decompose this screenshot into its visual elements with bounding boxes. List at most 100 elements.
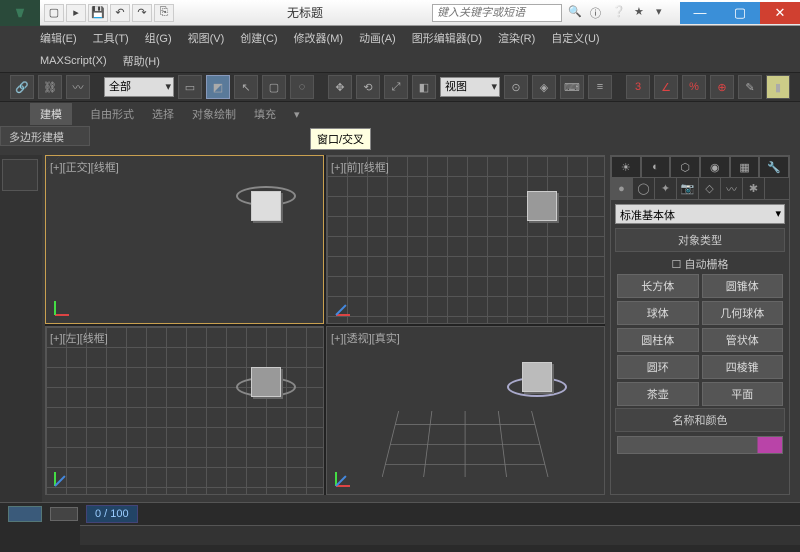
viewport-label[interactable]: [+][正交][线框] bbox=[50, 159, 119, 175]
shapes-icon[interactable]: ◯ bbox=[633, 178, 655, 199]
category-dropdown[interactable]: 标准基本体 bbox=[615, 204, 785, 224]
menu-render[interactable]: 渲染(R) bbox=[498, 30, 535, 46]
menu-graph[interactable]: 图形编辑器(D) bbox=[412, 30, 482, 46]
named-sel-icon[interactable]: ≡ bbox=[588, 75, 612, 99]
tab-modeling[interactable]: 建模 bbox=[30, 103, 72, 125]
help-icon[interactable]: ❔ bbox=[612, 5, 630, 21]
minimize-button[interactable]: — bbox=[680, 2, 720, 24]
time-ruler[interactable] bbox=[80, 525, 800, 545]
rect-select-icon[interactable]: ▢ bbox=[262, 75, 286, 99]
pivot-icon[interactable]: ⊙ bbox=[504, 75, 528, 99]
tab-hierarchy-icon[interactable]: ⬡ bbox=[670, 156, 700, 178]
menu-maxscript[interactable]: MAXScript(X) bbox=[40, 55, 107, 67]
frame-indicator[interactable]: 0 / 100 bbox=[86, 505, 138, 523]
viewport-label[interactable]: [+][左][线框] bbox=[50, 330, 108, 346]
menu-view[interactable]: 视图(V) bbox=[188, 30, 225, 46]
menu-modifier[interactable]: 修改器(M) bbox=[294, 30, 344, 46]
window-crossing-icon[interactable]: ◩ bbox=[206, 75, 230, 99]
menu-group[interactable]: 组(G) bbox=[145, 30, 172, 46]
btn-cylinder[interactable]: 圆柱体 bbox=[617, 328, 699, 352]
bind-tool-icon[interactable]: 〰 bbox=[66, 75, 90, 99]
ribbon-panel-label[interactable]: 多边形建模 bbox=[0, 126, 90, 146]
scale-icon[interactable]: ⤢ bbox=[384, 75, 408, 99]
tab-modify-icon[interactable]: ◐ bbox=[641, 156, 671, 178]
maximize-button[interactable]: ▢ bbox=[720, 2, 760, 24]
spinner-snap-icon[interactable]: ⊕ bbox=[710, 75, 734, 99]
btn-teapot[interactable]: 茶壶 bbox=[617, 382, 699, 406]
link-tool-icon[interactable]: 🔗 bbox=[10, 75, 34, 99]
cameras-icon[interactable]: 📷 bbox=[677, 178, 699, 199]
ribbon-expand-icon[interactable]: ▾ bbox=[294, 108, 300, 121]
menu-help[interactable]: 帮助(H) bbox=[123, 53, 160, 69]
lasso-select-icon[interactable]: ◌ bbox=[290, 75, 314, 99]
viewport-left[interactable]: [+][左][线框] bbox=[45, 326, 324, 495]
btn-tube[interactable]: 管状体 bbox=[702, 328, 784, 352]
lights-icon[interactable]: ✦ bbox=[655, 178, 677, 199]
new-icon[interactable]: ▢ bbox=[44, 4, 64, 22]
mirror-icon[interactable]: ▮ bbox=[766, 75, 790, 99]
name-color-field[interactable] bbox=[617, 436, 783, 454]
tab-utilities-icon[interactable]: 🔧 bbox=[759, 156, 789, 178]
viewport-label[interactable]: [+][透视][真实] bbox=[331, 330, 400, 346]
rollout-name-color[interactable]: 名称和颜色 bbox=[615, 408, 785, 432]
viewport-perspective[interactable]: [+][透视][真实] bbox=[326, 326, 605, 495]
unlink-tool-icon[interactable]: ⛓ bbox=[38, 75, 62, 99]
menu-edit[interactable]: 编辑(E) bbox=[40, 30, 77, 46]
star-icon[interactable]: ★ bbox=[634, 5, 652, 21]
menu-create[interactable]: 创建(C) bbox=[240, 30, 277, 46]
app-logo[interactable] bbox=[0, 0, 40, 26]
viewport-top[interactable]: [+][正交][线框] bbox=[45, 155, 324, 324]
rollout-object-type[interactable]: 对象类型 bbox=[615, 228, 785, 252]
link-icon[interactable]: ⎘ bbox=[154, 4, 174, 22]
tab-populate[interactable]: 填充 bbox=[254, 106, 276, 122]
redo-icon[interactable]: ↷ bbox=[132, 4, 152, 22]
rotate-icon[interactable]: ⟲ bbox=[356, 75, 380, 99]
binoculars-icon[interactable]: 🔍 bbox=[568, 5, 586, 21]
timeline-config-icon[interactable] bbox=[50, 507, 78, 521]
tab-objpaint[interactable]: 对象绘制 bbox=[192, 106, 236, 122]
systems-icon[interactable]: ✱ bbox=[743, 178, 765, 199]
coord-system-dropdown[interactable]: 视图 bbox=[440, 77, 500, 97]
close-button[interactable]: ✕ bbox=[760, 2, 800, 24]
select-object-icon[interactable]: ↖ bbox=[234, 75, 258, 99]
tab-selection[interactable]: 选择 bbox=[152, 106, 174, 122]
menu-custom[interactable]: 自定义(U) bbox=[551, 30, 599, 46]
placement-icon[interactable]: ◧ bbox=[412, 75, 436, 99]
btn-sphere[interactable]: 球体 bbox=[617, 301, 699, 325]
timeline-toggle[interactable] bbox=[8, 506, 42, 522]
btn-cone[interactable]: 圆锥体 bbox=[702, 274, 784, 298]
btn-geosphere[interactable]: 几何球体 bbox=[702, 301, 784, 325]
snap-angle-icon[interactable]: ∠ bbox=[654, 75, 678, 99]
spacewarps-icon[interactable]: 〰 bbox=[721, 178, 743, 199]
tab-display-icon[interactable]: ▦ bbox=[730, 156, 760, 178]
viewport-label[interactable]: [+][前][线框] bbox=[331, 159, 389, 175]
btn-plane[interactable]: 平面 bbox=[702, 382, 784, 406]
snap-percent-icon[interactable]: % bbox=[682, 75, 706, 99]
selection-filter-dropdown[interactable]: 全部 bbox=[104, 77, 174, 97]
geometry-icon[interactable]: ● bbox=[611, 178, 633, 199]
open-icon[interactable]: ▸ bbox=[66, 4, 86, 22]
manip-icon[interactable]: ◈ bbox=[532, 75, 556, 99]
move-icon[interactable]: ✥ bbox=[328, 75, 352, 99]
tab-motion-icon[interactable]: ◉ bbox=[700, 156, 730, 178]
btn-pyramid[interactable]: 四棱锥 bbox=[702, 355, 784, 379]
edit-named-icon[interactable]: ✎ bbox=[738, 75, 762, 99]
helpers-icon[interactable]: ◇ bbox=[699, 178, 721, 199]
tab-create-icon[interactable]: ☀ bbox=[611, 156, 641, 178]
tab-freeform[interactable]: 自由形式 bbox=[90, 106, 134, 122]
btn-torus[interactable]: 圆环 bbox=[617, 355, 699, 379]
keyboard-icon[interactable]: ⌨ bbox=[560, 75, 584, 99]
autogrid-checkbox[interactable]: ☐ 自动栅格 bbox=[611, 254, 789, 274]
select-icon[interactable]: ▭ bbox=[178, 75, 202, 99]
menu-tools[interactable]: 工具(T) bbox=[93, 30, 129, 46]
btn-box[interactable]: 长方体 bbox=[617, 274, 699, 298]
snap-3-icon[interactable]: 3 bbox=[626, 75, 650, 99]
menu-animation[interactable]: 动画(A) bbox=[359, 30, 396, 46]
info-icon[interactable]: ⓘ bbox=[590, 5, 608, 21]
undo-icon[interactable]: ↶ bbox=[110, 4, 130, 22]
left-tool-1[interactable] bbox=[2, 159, 38, 191]
arrow-icon[interactable]: ▾ bbox=[656, 5, 674, 21]
save-icon[interactable]: 💾 bbox=[88, 4, 108, 22]
search-input[interactable] bbox=[432, 4, 562, 22]
viewport-front[interactable]: [+][前][线框] bbox=[326, 155, 605, 324]
